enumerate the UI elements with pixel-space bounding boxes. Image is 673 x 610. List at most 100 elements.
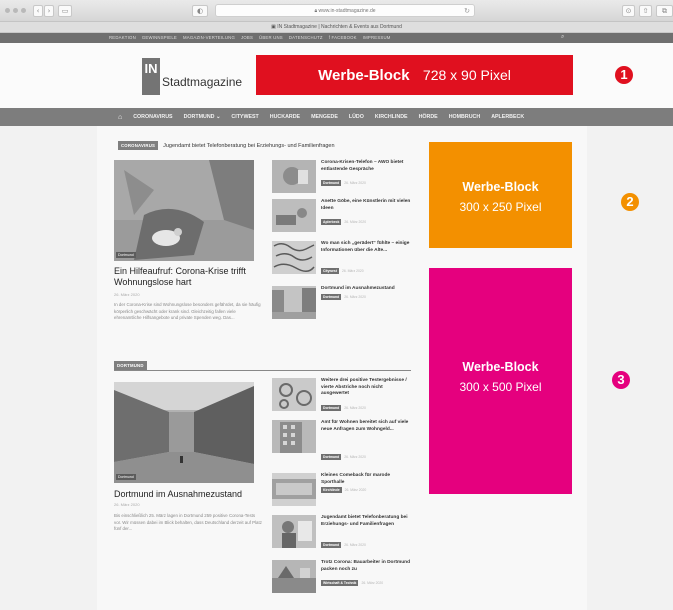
search-icon[interactable]: ⌕ xyxy=(561,34,564,41)
article-date: 26. März 2020 xyxy=(344,543,366,547)
rectangle-ad-block[interactable]: Werbe-Block 300 x 250 Pixel xyxy=(429,142,572,248)
article-date: 26. März 2020 xyxy=(344,455,366,459)
article-title[interactable]: Anette Göbe, eine Künstlerin mit vielen … xyxy=(321,199,411,212)
reload-icon[interactable]: ↻ xyxy=(464,6,470,18)
article-thumbnail[interactable] xyxy=(272,378,316,411)
article-title[interactable]: Weitere drei positive Testergebnisse / v… xyxy=(321,378,411,398)
article-title[interactable]: Corona-Krisen-Telefon – AWO bietet entla… xyxy=(321,160,411,173)
nav-item-huckarde[interactable]: HUCKARDE xyxy=(270,114,300,120)
category-badge[interactable]: Dortmund xyxy=(321,542,342,548)
lead-article-excerpt: In der Corona-Krise sind Wohnungslose be… xyxy=(114,302,261,321)
lead-image-tag[interactable]: Dortmund xyxy=(116,252,136,258)
thumbnail-graphic xyxy=(272,160,316,193)
nav-item-aplerbeck[interactable]: APLERBECK xyxy=(491,114,524,120)
category-badge[interactable]: Dortmund xyxy=(321,405,342,411)
category-badge[interactable]: Citywest xyxy=(321,268,339,274)
site-header: IN Stadtmagazine Werbe-Block 728 x 90 Pi… xyxy=(0,43,673,108)
topbar-link-jobs[interactable]: JOBS xyxy=(241,35,253,40)
lead-photo-graphic xyxy=(114,382,254,483)
thumbnail-graphic xyxy=(272,420,316,453)
article-thumbnail[interactable] xyxy=(272,560,316,593)
topbar-link-magazin-verteilung[interactable]: MAGAZIN-VERTEILUNG xyxy=(183,35,235,40)
category-badge[interactable]: Dortmund xyxy=(321,180,342,186)
lead-article-excerpt: Bis einschließlich 25. März lagen in Dor… xyxy=(114,513,262,532)
category-badge[interactable]: Aplerbeck xyxy=(321,219,342,225)
rectangle-ad-title: Werbe-Block xyxy=(462,180,539,194)
category-badge[interactable]: Kirchlinde xyxy=(321,487,342,493)
breaking-news-ticker[interactable]: CORONAVIRUS Jugendamt bietet Telefonbera… xyxy=(118,141,335,150)
skyscraper-ad-block[interactable]: Werbe-Block 300 x 500 Pixel xyxy=(429,268,572,494)
category-badge[interactable]: Dortmund xyxy=(321,294,342,300)
nav-item-coronavirus[interactable]: CORONAVIRUS xyxy=(133,114,172,120)
category-badge[interactable]: Dortmund xyxy=(321,454,342,460)
article-thumbnail[interactable] xyxy=(272,420,316,453)
lead-article-date: 26. März 2020 xyxy=(114,502,140,507)
leaderboard-ad-size: 728 x 90 Pixel xyxy=(422,67,511,83)
main-navigation: ⌂ CORONAVIRUS DORTMUND ⌄ CITYWEST HUCKAR… xyxy=(0,108,673,126)
forward-arrow-icon[interactable]: › xyxy=(44,5,54,17)
tabs-overview-icon[interactable]: ⧉ xyxy=(656,5,673,17)
maximize-window-button[interactable] xyxy=(21,8,26,13)
lead-image-tag[interactable]: Dortmund xyxy=(116,474,136,480)
article-thumbnail[interactable] xyxy=(272,160,316,193)
lead-article-title[interactable]: Dortmund im Ausnahmezustand xyxy=(114,489,264,500)
topbar-link-datenschutz[interactable]: DATENSCHUTZ xyxy=(289,35,323,40)
downloads-icon[interactable]: ⊙ xyxy=(622,5,635,17)
article-title[interactable]: Trotz Corona: Bauarbeiter in Dortmund pa… xyxy=(321,560,411,573)
article-date: 26. März 2020 xyxy=(344,181,366,185)
share-icon[interactable]: ⇧ xyxy=(639,5,652,17)
leaderboard-ad-block[interactable]: Werbe-Block 728 x 90 Pixel xyxy=(256,55,573,95)
thumbnail-graphic xyxy=(272,378,316,411)
home-icon[interactable]: ⌂ xyxy=(118,114,122,121)
thumbnail-graphic xyxy=(272,199,316,232)
topbar-link-impressum[interactable]: IMPRESSUM xyxy=(363,35,391,40)
sidebar-toggle-icon[interactable]: ▭ xyxy=(58,5,72,17)
lead-article-image[interactable]: Dortmund xyxy=(114,160,254,261)
nav-item-kirchlinde[interactable]: KIRCHLINDE xyxy=(375,114,408,120)
back-arrow-icon[interactable]: ‹ xyxy=(33,5,43,17)
breaking-tag[interactable]: CORONAVIRUS xyxy=(118,141,159,150)
browser-tab[interactable]: ▣ IN Stadtmagazine | Nachrichten & Event… xyxy=(0,22,673,33)
url-text: www.in-stadtmagazine.de xyxy=(318,8,376,14)
article-date: 26. März 2020 xyxy=(344,220,367,224)
topbar-link-facebook[interactable]: f FACEBOOK xyxy=(329,35,357,40)
topbar-link-ueber-uns[interactable]: ÜBER UNS xyxy=(259,35,283,40)
nav-item-mengede[interactable]: MENGEDE xyxy=(311,114,338,120)
breaking-text[interactable]: Jugendamt bietet Telefonberatung bei Erz… xyxy=(163,143,334,149)
skyscraper-ad-title: Werbe-Block xyxy=(462,360,539,374)
close-window-button[interactable] xyxy=(5,8,10,13)
privacy-shield-icon[interactable]: ◐ xyxy=(192,5,208,17)
article-title[interactable]: Jugendamt bietet Telefonberatung bei Erz… xyxy=(321,515,411,528)
minimize-window-button[interactable] xyxy=(13,8,18,13)
article-thumbnail[interactable] xyxy=(272,286,316,319)
nav-item-hombruch[interactable]: HOMBRUCH xyxy=(449,114,480,120)
thumbnail-graphic xyxy=(272,286,316,319)
article-date: 26. März 2020 xyxy=(341,269,364,273)
ad-number-marker-3: 3 xyxy=(612,371,630,389)
site-logo-text[interactable]: Stadtmagazine xyxy=(162,75,242,89)
article-title[interactable]: Wo man sich „gerädert“ fühlte – einige I… xyxy=(321,241,411,254)
nav-item-dortmund[interactable]: DORTMUND ⌄ xyxy=(184,114,221,120)
site-logo[interactable]: IN xyxy=(142,58,160,95)
article-thumbnail[interactable] xyxy=(272,515,316,548)
skyscraper-ad-size: 300 x 500 Pixel xyxy=(459,380,542,394)
lead-article-title[interactable]: Ein Hilfeaufruf: Corona-Krise trifft Woh… xyxy=(114,266,264,287)
article-thumbnail[interactable] xyxy=(272,199,316,232)
article-title[interactable]: Amt für Wohnen bereitet sich auf viele n… xyxy=(321,420,411,433)
article-thumbnail[interactable] xyxy=(272,241,316,274)
article-title[interactable]: Kleines Comeback für marode Sporthalle xyxy=(321,473,411,486)
section-tag[interactable]: DORTMUND xyxy=(114,361,147,370)
address-bar[interactable]: 🔒︎ www.in-stadtmagazine.de ↻ xyxy=(215,4,475,17)
nav-item-hoerde[interactable]: HÖRDE xyxy=(419,114,438,120)
rectangle-ad-size: 300 x 250 Pixel xyxy=(459,200,542,214)
topbar-link-redaktion[interactable]: REDAKTION xyxy=(109,35,136,40)
article-title[interactable]: Dortmund im Ausnahmezustand xyxy=(321,286,411,293)
category-badge[interactable]: Wirtschaft & Technik xyxy=(321,580,359,586)
article-thumbnail[interactable] xyxy=(272,473,316,506)
lead-article-image[interactable]: Dortmund xyxy=(114,382,254,483)
nav-item-citywest[interactable]: CITYWEST xyxy=(231,114,258,120)
nav-item-luedo[interactable]: LÜDO xyxy=(349,114,364,120)
ad-number-marker-1: 1 xyxy=(615,66,633,84)
lead-article-date: 26. März 2020 xyxy=(114,292,140,297)
topbar-link-gewinnspiele[interactable]: GEWINNSPIELE xyxy=(142,35,177,40)
